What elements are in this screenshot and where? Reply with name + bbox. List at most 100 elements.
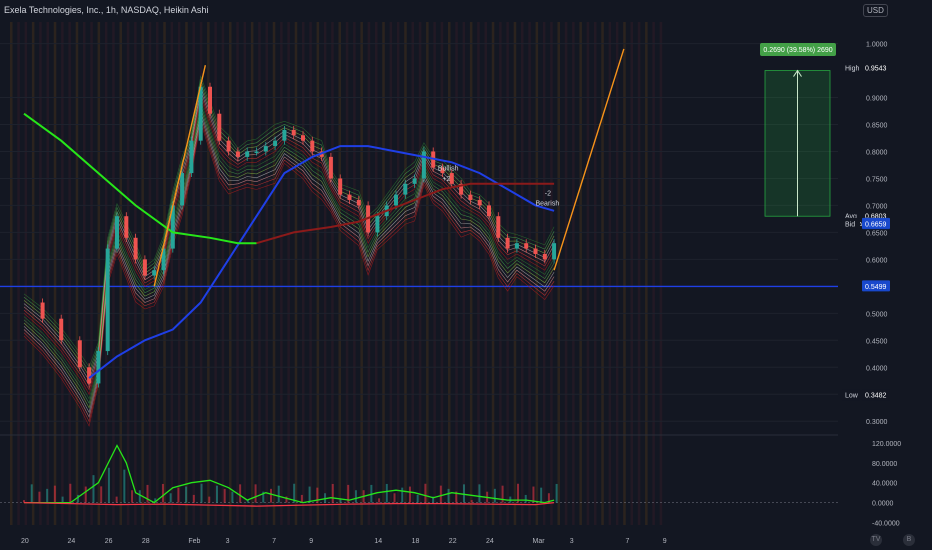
candle-body (542, 253, 547, 260)
time-tick-label: 18 (412, 538, 420, 545)
candle-body (468, 194, 473, 201)
osc-bar (208, 496, 211, 503)
osc-bar (524, 494, 527, 503)
candle-body (105, 248, 110, 352)
time-tick-label: 14 (374, 538, 382, 545)
time-tick-label: 7 (272, 538, 276, 545)
candle-body (217, 113, 222, 141)
time-tick-label: 3 (226, 538, 230, 545)
price-axis[interactable]: 1.0000 0.9000 0.8500 0.8000 0.7500 0.7000 0.65… (866, 42, 888, 427)
candle-body (124, 216, 129, 238)
bullish-sub: +2 (443, 176, 451, 183)
time-tick-label: 24 (486, 538, 494, 545)
price-tick-label: 0.3000 (866, 419, 888, 426)
osc-bar (555, 483, 558, 503)
price-tick-label: 0.9000 (866, 96, 888, 103)
osc-tick-label: 120.0000 (872, 441, 901, 448)
price-tag-value: 0.6659 (865, 221, 887, 228)
candle-body (487, 205, 491, 217)
price-tick-label: 1.0000 (866, 42, 888, 49)
candle-body (226, 140, 231, 152)
candle-body (524, 243, 529, 249)
osc-bar (393, 493, 396, 503)
tradingview-logo-icon[interactable]: TV (870, 534, 882, 546)
price-tick-label: 0.7000 (866, 203, 888, 210)
candle-body (394, 194, 398, 206)
price-tick-label: 0.4000 (866, 365, 888, 372)
time-tick-label: 7 (626, 538, 630, 545)
price-tag-value: 0.9543 (865, 66, 887, 73)
candle-body (133, 237, 138, 260)
candle-body (514, 243, 519, 249)
candle-body (40, 302, 45, 319)
price-tag-value: 0.3482 (865, 393, 887, 400)
candle-body (235, 151, 240, 157)
osc-bar (493, 488, 496, 503)
osc-bar (30, 484, 33, 503)
time-tick-label: Mar (533, 538, 546, 545)
candle-body (115, 216, 119, 249)
chart-canvas[interactable]: 0.2690 (39.58%) 2690 1.0000 0.9000 0.8500 0… (0, 0, 932, 550)
measure-label: 0.2690 (39.58%) 2690 (763, 47, 832, 54)
candle-body (412, 178, 417, 184)
osc-bar (169, 493, 172, 503)
candle-body (189, 140, 194, 174)
osc-bar (84, 486, 87, 503)
candle-body (421, 151, 426, 179)
osc-bar (123, 469, 126, 503)
osc-tick-label: 40.0000 (872, 481, 897, 488)
osc-bar (424, 483, 427, 503)
osc-bar (540, 487, 543, 503)
candle-body (282, 129, 287, 141)
osc-bar (177, 487, 180, 503)
bearish-label: -2 (545, 191, 551, 198)
time-tick-label: 3 (570, 538, 574, 545)
osc-bar (239, 484, 242, 503)
price-tick-label: 0.6500 (866, 230, 888, 237)
currency-selector[interactable]: USD (863, 4, 888, 17)
price-tag-label: High (845, 66, 860, 73)
candle-body (263, 146, 268, 152)
candle-body (477, 200, 482, 206)
time-tick-label: Feb (188, 538, 200, 545)
candle-body (152, 270, 157, 276)
price-tag-label: Low (845, 393, 859, 400)
candle-body (245, 151, 250, 157)
price-tick-label: 0.6000 (866, 257, 888, 264)
osc-bar (138, 490, 141, 503)
osc-bar (131, 490, 134, 503)
osc-bar (115, 496, 118, 503)
osc-bar (53, 485, 56, 503)
time-tick-label: 22 (449, 538, 457, 545)
b-icon[interactable]: B (903, 534, 915, 546)
bullish-label: Bullish (438, 165, 459, 172)
price-tick-label: 0.7500 (866, 176, 888, 183)
osc-bar (254, 484, 257, 503)
candle-body (254, 151, 259, 153)
candle-body (198, 86, 203, 141)
candle-body (338, 178, 343, 195)
osc-bar (107, 467, 110, 503)
candle-body (291, 129, 296, 136)
time-tick-label: 24 (68, 538, 76, 545)
osc-bar (324, 493, 327, 503)
osc-bar (401, 487, 404, 503)
osc-bar (277, 485, 280, 503)
candle-body (375, 216, 380, 233)
osc-bar (385, 483, 388, 503)
price-tick-label: 0.5000 (866, 311, 888, 318)
candle-body (77, 340, 82, 368)
osc-bar (38, 491, 41, 503)
candle-body (96, 351, 101, 384)
osc-tick-label: 0.0000 (872, 501, 894, 508)
candle-body (310, 140, 315, 152)
osc-bar (478, 484, 481, 503)
chart-title: Exela Technologies, Inc., 1h, NASDAQ, He… (4, 5, 209, 15)
time-tick-label: 20 (21, 538, 29, 545)
candle-body (273, 140, 278, 147)
candle-body (403, 183, 408, 195)
osc-bar (185, 486, 188, 503)
osc-bar (439, 485, 442, 503)
osc-bar (92, 475, 95, 503)
osc-bar (61, 496, 64, 503)
